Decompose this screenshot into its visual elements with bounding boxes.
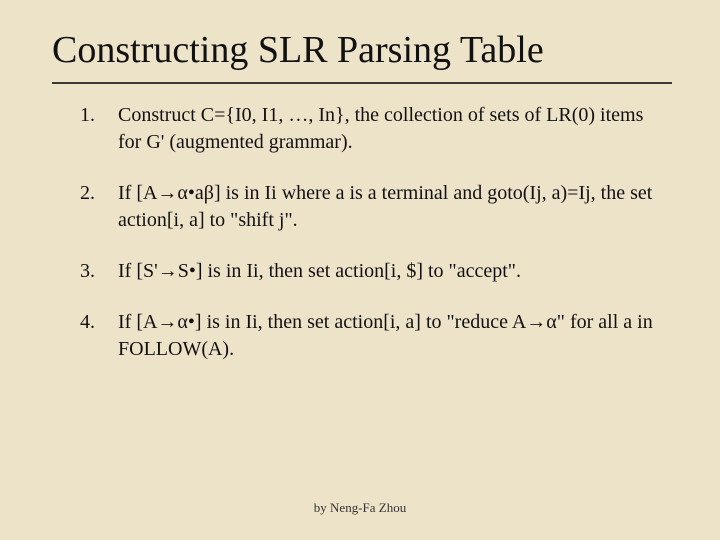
slide-footer: by Neng-Fa Zhou: [0, 500, 720, 516]
list-item: 2. If [A→α•aβ] is in Ii where a is a ter…: [80, 180, 666, 234]
item-number: 3.: [80, 258, 118, 285]
slide-title: Constructing SLR Parsing Table: [0, 0, 720, 82]
numbered-list: 1. Construct C={I0, I1, …, In}, the coll…: [0, 84, 720, 363]
slide: Constructing SLR Parsing Table 1. Constr…: [0, 0, 720, 540]
item-text: If [A→α•aβ] is in Ii where a is a termin…: [118, 180, 666, 234]
item-text: If [S'→S•] is in Ii, then set action[i, …: [118, 258, 666, 285]
item-number: 2.: [80, 180, 118, 207]
list-item: 1. Construct C={I0, I1, …, In}, the coll…: [80, 102, 666, 156]
item-number: 1.: [80, 102, 118, 129]
list-item: 4. If [A→α•] is in Ii, then set action[i…: [80, 309, 666, 363]
item-number: 4.: [80, 309, 118, 336]
list-item: 3. If [S'→S•] is in Ii, then set action[…: [80, 258, 666, 285]
item-text: Construct C={I0, I1, …, In}, the collect…: [118, 102, 666, 156]
item-text: If [A→α•] is in Ii, then set action[i, a…: [118, 309, 666, 363]
